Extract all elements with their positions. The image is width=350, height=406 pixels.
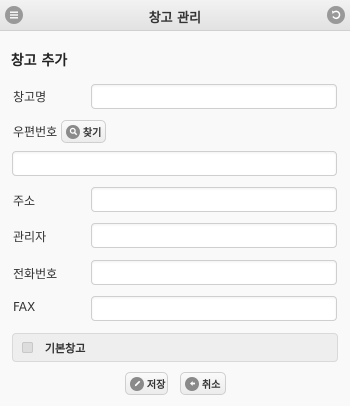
cancel-arrow-icon (185, 376, 199, 391)
default-warehouse-toggle[interactable]: 기본창고 (12, 333, 338, 362)
cancel-button[interactable]: 취소 (180, 372, 226, 395)
default-warehouse-label: 기본창고 (45, 341, 86, 355)
header-title: 창고 관리 (148, 11, 202, 26)
cancel-button-label: 취소 (202, 380, 221, 391)
find-postal-code-button[interactable]: 찾기 (61, 120, 106, 143)
pencil-icon (130, 376, 144, 391)
page-title: 창고 추가 (11, 53, 68, 69)
search-icon (66, 124, 80, 139)
back-icon[interactable] (327, 6, 345, 24)
manager-label: 관리자 (13, 230, 47, 244)
phone-label: 전화번호 (13, 267, 58, 281)
address-input[interactable] (91, 187, 337, 212)
manager-input[interactable] (91, 223, 337, 248)
postal-code-label: 우편번호 (13, 125, 58, 139)
fax-input[interactable] (91, 296, 337, 321)
app-header: 창고 관리 (0, 0, 350, 31)
warehouse-name-input[interactable] (91, 84, 337, 109)
fax-label: FAX (13, 300, 36, 314)
phone-input[interactable] (91, 260, 337, 285)
save-button[interactable]: 저장 (125, 372, 168, 395)
default-warehouse-checkbox[interactable] (22, 342, 33, 353)
postal-code-input[interactable] (12, 151, 337, 176)
warehouse-name-label: 창고명 (13, 90, 47, 104)
address-label: 주소 (13, 194, 36, 208)
find-button-label: 찾기 (83, 128, 102, 139)
save-button-label: 저장 (147, 380, 166, 391)
